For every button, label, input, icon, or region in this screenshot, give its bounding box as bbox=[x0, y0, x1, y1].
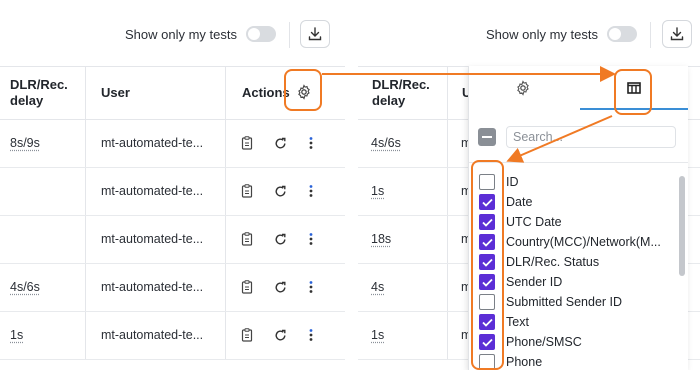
annotation-arrows bbox=[322, 66, 616, 163]
